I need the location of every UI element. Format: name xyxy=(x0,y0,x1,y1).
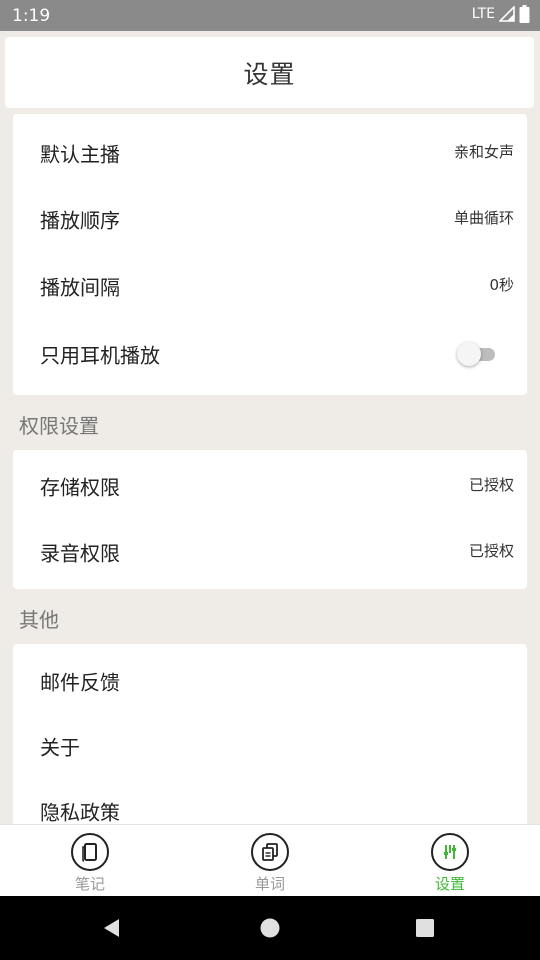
row-value: 已授权 xyxy=(468,476,514,494)
back-icon xyxy=(104,919,119,937)
toggle-thumb xyxy=(457,342,481,366)
status-bar: 1:19 LTE xyxy=(0,0,540,31)
permissions-card: 存储权限 已授权 录音权限 已授权 xyxy=(13,450,527,589)
tab-label: 笔记 xyxy=(74,875,105,893)
default-anchor-row[interactable]: 默认主播 亲和女声 xyxy=(13,120,527,186)
earphone-only-toggle[interactable] xyxy=(457,341,497,367)
row-value: 亲和女声 xyxy=(453,143,514,161)
recents-button[interactable] xyxy=(403,896,447,960)
earphone-only-row: 只用耳机播放 xyxy=(13,321,527,387)
bottom-tab-bar: 笔记 单词 设置 xyxy=(0,824,540,897)
privacy-policy-row[interactable]: 隐私政策 xyxy=(13,778,527,825)
home-icon xyxy=(260,918,280,938)
tab-words[interactable]: 单词 xyxy=(180,825,360,897)
words-icon xyxy=(251,833,289,871)
row-label: 只用耳机播放 xyxy=(40,343,160,368)
row-label: 关于 xyxy=(40,735,80,760)
notebook-icon xyxy=(71,833,109,871)
back-button[interactable] xyxy=(90,896,134,960)
row-label: 邮件反馈 xyxy=(40,670,120,695)
play-order-row[interactable]: 播放顺序 单曲循环 xyxy=(13,186,527,252)
playback-settings-card: 默认主播 亲和女声 播放顺序 单曲循环 播放间隔 0秒 只用耳机播放 xyxy=(13,114,527,395)
tab-notes[interactable]: 笔记 xyxy=(0,825,180,897)
row-value: 单曲循环 xyxy=(453,209,514,227)
recents-icon xyxy=(416,919,434,937)
other-card: 邮件反馈 关于 隐私政策 xyxy=(13,644,527,824)
storage-permission-row[interactable]: 存储权限 已授权 xyxy=(13,453,527,519)
row-label: 默认主播 xyxy=(40,142,120,167)
about-row[interactable]: 关于 xyxy=(13,713,527,779)
system-nav-bar xyxy=(0,896,540,960)
email-feedback-row[interactable]: 邮件反馈 xyxy=(13,648,527,714)
row-label: 录音权限 xyxy=(40,541,120,566)
status-time: 1:19 xyxy=(12,6,51,26)
settings-list[interactable]: 默认主播 亲和女声 播放顺序 单曲循环 播放间隔 0秒 只用耳机播放 权限设置 … xyxy=(0,108,540,824)
tab-settings[interactable]: 设置 xyxy=(360,825,540,897)
record-permission-row[interactable]: 录音权限 已授权 xyxy=(13,519,527,585)
page-title: 设置 xyxy=(243,59,296,89)
row-value: 已授权 xyxy=(468,542,514,560)
row-label: 播放顺序 xyxy=(40,208,120,233)
tab-label: 设置 xyxy=(434,875,465,893)
section-title-other: 其他 xyxy=(19,608,59,632)
header: 设置 xyxy=(5,37,534,108)
row-value: 0秒 xyxy=(489,276,514,294)
row-label: 播放间隔 xyxy=(40,275,120,300)
settings-icon xyxy=(431,833,469,871)
play-interval-row[interactable]: 播放间隔 0秒 xyxy=(13,253,527,319)
signal-icon xyxy=(499,6,515,22)
row-label: 存储权限 xyxy=(40,475,120,500)
row-label: 隐私政策 xyxy=(40,800,120,825)
home-button[interactable] xyxy=(248,896,292,960)
status-icons: LTE xyxy=(472,5,530,23)
network-type: LTE xyxy=(471,6,495,22)
section-title-permissions: 权限设置 xyxy=(19,414,99,438)
battery-icon xyxy=(519,5,530,23)
tab-label: 单词 xyxy=(254,875,285,893)
